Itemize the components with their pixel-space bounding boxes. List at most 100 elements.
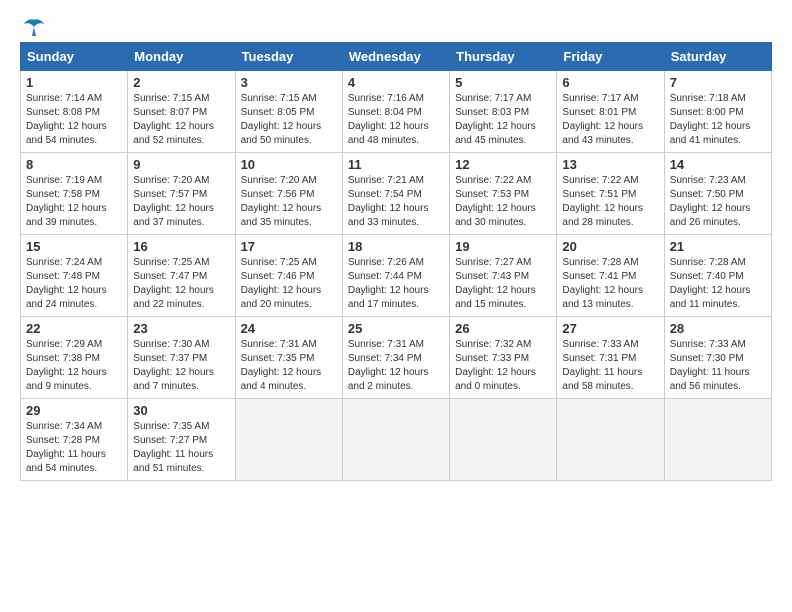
day-number: 15: [26, 239, 122, 254]
day-number: 6: [562, 75, 658, 90]
day-content: Sunrise: 7:15 AMSunset: 8:07 PMDaylight:…: [133, 92, 229, 148]
day-number: 18: [348, 239, 444, 254]
calendar-cell: 18Sunrise: 7:26 AMSunset: 7:44 PMDayligh…: [342, 235, 449, 317]
header: [20, 18, 772, 36]
day-content: Sunrise: 7:25 AMSunset: 7:46 PMDaylight:…: [241, 256, 337, 312]
calendar-cell: 24 Sunrise: 7:31 AMSunset: 7:35 PMDayligh…: [235, 317, 342, 399]
calendar-cell: 5 Sunrise: 7:17 AMSunset: 8:03 PMDaylight…: [450, 71, 557, 153]
day-content: Sunrise: 7:21 AMSunset: 7:54 PMDaylight:…: [348, 174, 444, 230]
calendar-cell: 26 Sunrise: 7:32 AMSunset: 7:33 PMDayligh…: [450, 317, 557, 399]
calendar-cell: 28 Sunrise: 7:33 AMSunset: 7:30 PMDayligh…: [664, 317, 771, 399]
day-content: Sunrise: 7:22 AMSunset: 7:53 PMDaylight:…: [455, 174, 551, 230]
week-row-5: 29 Sunrise: 7:34 AMSunset: 7:28 PMDayligh…: [21, 399, 772, 481]
day-content: Sunrise: 7:29 AMSunset: 7:38 PMDaylight:…: [26, 338, 122, 394]
day-content: Sunrise: 7:25 AMSunset: 7:47 PMDaylight:…: [133, 256, 229, 312]
day-content: Sunrise: 7:15 AMSunset: 8:05 PMDaylight:…: [241, 92, 337, 148]
calendar-cell: 2 Sunrise: 7:15 AMSunset: 8:07 PMDaylight…: [128, 71, 235, 153]
week-row-4: 22 Sunrise: 7:29 AMSunset: 7:38 PMDayligh…: [21, 317, 772, 399]
day-number: 9: [133, 157, 229, 172]
day-content: Sunrise: 7:17 AMSunset: 8:01 PMDaylight:…: [562, 92, 658, 148]
day-number: 22: [26, 321, 122, 336]
day-number: 13: [562, 157, 658, 172]
calendar-table: SundayMondayTuesdayWednesdayThursdayFrid…: [20, 42, 772, 481]
calendar-cell: 19Sunrise: 7:27 AMSunset: 7:43 PMDayligh…: [450, 235, 557, 317]
week-row-1: 1 Sunrise: 7:14 AMSunset: 8:08 PMDaylight…: [21, 71, 772, 153]
calendar-cell: 12 Sunrise: 7:22 AMSunset: 7:53 PMDayligh…: [450, 153, 557, 235]
calendar-cell: 17Sunrise: 7:25 AMSunset: 7:46 PMDayligh…: [235, 235, 342, 317]
calendar-cell: 29 Sunrise: 7:34 AMSunset: 7:28 PMDayligh…: [21, 399, 128, 481]
day-number: 20: [562, 239, 658, 254]
calendar-cell: 13 Sunrise: 7:22 AMSunset: 7:51 PMDayligh…: [557, 153, 664, 235]
weekday-friday: Friday: [557, 43, 664, 71]
day-number: 26: [455, 321, 551, 336]
day-number: 2: [133, 75, 229, 90]
day-number: 10: [241, 157, 337, 172]
calendar-cell: 16Sunrise: 7:25 AMSunset: 7:47 PMDayligh…: [128, 235, 235, 317]
day-number: 28: [670, 321, 766, 336]
weekday-wednesday: Wednesday: [342, 43, 449, 71]
day-number: 7: [670, 75, 766, 90]
calendar-cell: 3 Sunrise: 7:15 AMSunset: 8:05 PMDaylight…: [235, 71, 342, 153]
day-content: Sunrise: 7:31 AMSunset: 7:35 PMDaylight:…: [241, 338, 337, 394]
day-content: Sunrise: 7:33 AMSunset: 7:30 PMDaylight:…: [670, 338, 766, 394]
calendar-cell: [342, 399, 449, 481]
calendar-cell: 8 Sunrise: 7:19 AMSunset: 7:58 PMDaylight…: [21, 153, 128, 235]
calendar-cell: 23 Sunrise: 7:30 AMSunset: 7:37 PMDayligh…: [128, 317, 235, 399]
day-number: 23: [133, 321, 229, 336]
day-content: Sunrise: 7:28 AMSunset: 7:40 PMDaylight:…: [670, 256, 766, 312]
calendar-cell: 6 Sunrise: 7:17 AMSunset: 8:01 PMDaylight…: [557, 71, 664, 153]
weekday-header-row: SundayMondayTuesdayWednesdayThursdayFrid…: [21, 43, 772, 71]
calendar-cell: 1 Sunrise: 7:14 AMSunset: 8:08 PMDaylight…: [21, 71, 128, 153]
day-number: 4: [348, 75, 444, 90]
day-content: Sunrise: 7:24 AMSunset: 7:48 PMDaylight:…: [26, 256, 122, 312]
weekday-tuesday: Tuesday: [235, 43, 342, 71]
day-content: Sunrise: 7:30 AMSunset: 7:37 PMDaylight:…: [133, 338, 229, 394]
calendar-cell: 4 Sunrise: 7:16 AMSunset: 8:04 PMDaylight…: [342, 71, 449, 153]
calendar-cell: 22 Sunrise: 7:29 AMSunset: 7:38 PMDayligh…: [21, 317, 128, 399]
day-content: Sunrise: 7:34 AMSunset: 7:28 PMDaylight:…: [26, 420, 122, 476]
calendar-cell: [557, 399, 664, 481]
day-content: Sunrise: 7:20 AMSunset: 7:56 PMDaylight:…: [241, 174, 337, 230]
weekday-saturday: Saturday: [664, 43, 771, 71]
day-number: 27: [562, 321, 658, 336]
day-number: 11: [348, 157, 444, 172]
day-content: Sunrise: 7:14 AMSunset: 8:08 PMDaylight:…: [26, 92, 122, 148]
day-content: Sunrise: 7:17 AMSunset: 8:03 PMDaylight:…: [455, 92, 551, 148]
logo: [20, 18, 46, 36]
day-content: Sunrise: 7:22 AMSunset: 7:51 PMDaylight:…: [562, 174, 658, 230]
calendar-cell: 10 Sunrise: 7:20 AMSunset: 7:56 PMDayligh…: [235, 153, 342, 235]
week-row-2: 8 Sunrise: 7:19 AMSunset: 7:58 PMDaylight…: [21, 153, 772, 235]
day-content: Sunrise: 7:35 AMSunset: 7:27 PMDaylight:…: [133, 420, 229, 476]
day-content: Sunrise: 7:23 AMSunset: 7:50 PMDaylight:…: [670, 174, 766, 230]
calendar-cell: [664, 399, 771, 481]
day-content: Sunrise: 7:32 AMSunset: 7:33 PMDaylight:…: [455, 338, 551, 394]
day-content: Sunrise: 7:19 AMSunset: 7:58 PMDaylight:…: [26, 174, 122, 230]
day-number: 24: [241, 321, 337, 336]
day-number: 21: [670, 239, 766, 254]
day-content: Sunrise: 7:18 AMSunset: 8:00 PMDaylight:…: [670, 92, 766, 148]
day-content: Sunrise: 7:20 AMSunset: 7:57 PMDaylight:…: [133, 174, 229, 230]
day-number: 1: [26, 75, 122, 90]
day-content: Sunrise: 7:16 AMSunset: 8:04 PMDaylight:…: [348, 92, 444, 148]
calendar-cell: 27 Sunrise: 7:33 AMSunset: 7:31 PMDayligh…: [557, 317, 664, 399]
day-number: 3: [241, 75, 337, 90]
calendar-page: SundayMondayTuesdayWednesdayThursdayFrid…: [0, 0, 792, 612]
day-content: Sunrise: 7:33 AMSunset: 7:31 PMDaylight:…: [562, 338, 658, 394]
day-number: 8: [26, 157, 122, 172]
calendar-cell: [235, 399, 342, 481]
day-number: 30: [133, 403, 229, 418]
logo-bird-icon: [22, 18, 46, 36]
day-number: 29: [26, 403, 122, 418]
calendar-cell: 9 Sunrise: 7:20 AMSunset: 7:57 PMDaylight…: [128, 153, 235, 235]
calendar-cell: 7 Sunrise: 7:18 AMSunset: 8:00 PMDaylight…: [664, 71, 771, 153]
day-number: 12: [455, 157, 551, 172]
calendar-cell: 14 Sunrise: 7:23 AMSunset: 7:50 PMDayligh…: [664, 153, 771, 235]
week-row-3: 15 Sunrise: 7:24 AMSunset: 7:48 PMDayligh…: [21, 235, 772, 317]
day-content: Sunrise: 7:28 AMSunset: 7:41 PMDaylight:…: [562, 256, 658, 312]
calendar-cell: 11 Sunrise: 7:21 AMSunset: 7:54 PMDayligh…: [342, 153, 449, 235]
weekday-sunday: Sunday: [21, 43, 128, 71]
day-number: 19: [455, 239, 551, 254]
day-number: 14: [670, 157, 766, 172]
day-number: 5: [455, 75, 551, 90]
calendar-cell: 25Sunrise: 7:31 AMSunset: 7:34 PMDayligh…: [342, 317, 449, 399]
